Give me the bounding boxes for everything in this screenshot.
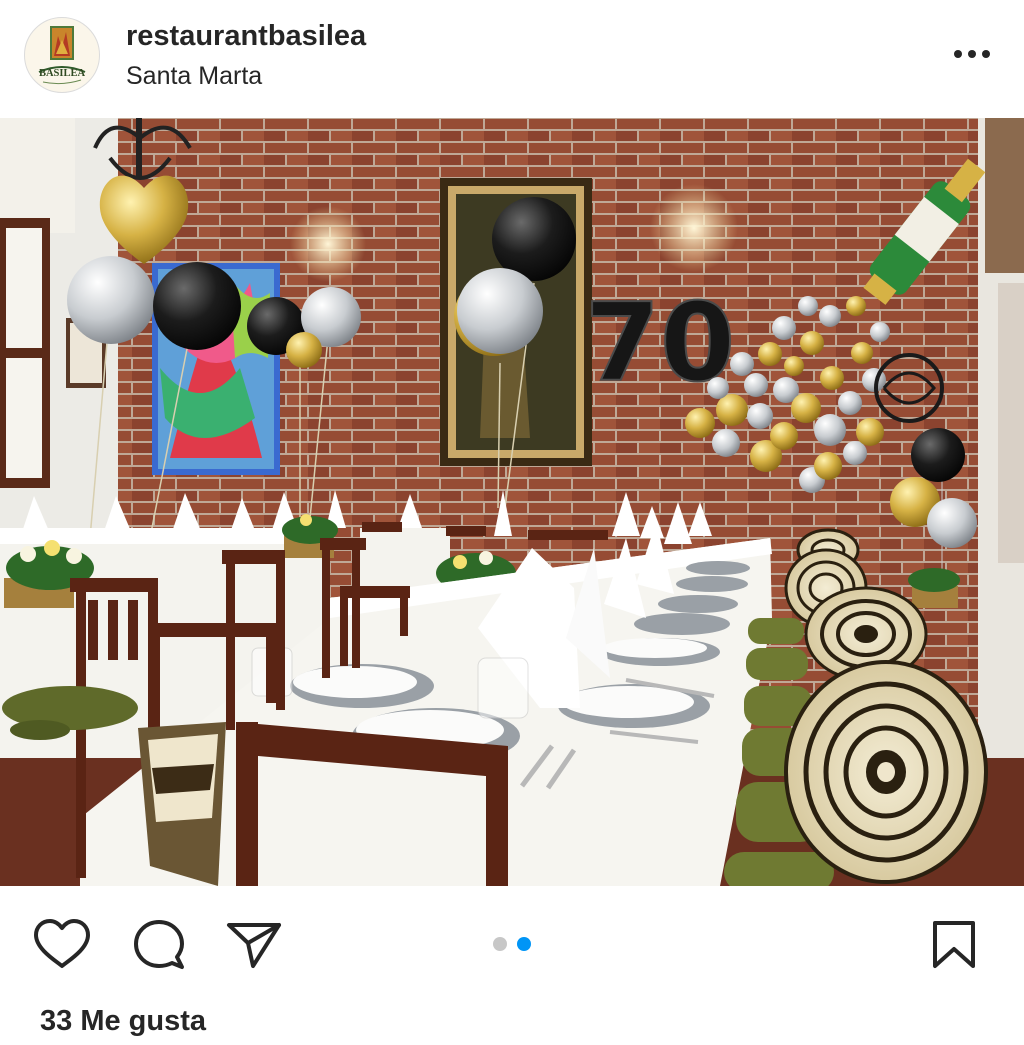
- post-header: BASILEA restaurantbasilea Santa Marta: [0, 0, 1024, 118]
- heart-icon: [34, 919, 90, 968]
- username[interactable]: restaurantbasilea: [126, 20, 366, 53]
- basilea-logo: BASILEA: [38, 26, 86, 85]
- more-horizontal-icon: [954, 50, 990, 58]
- location[interactable]: Santa Marta: [126, 62, 262, 91]
- post-photo[interactable]: 70: [0, 118, 1024, 886]
- more-options-button[interactable]: [944, 34, 1000, 74]
- carousel-indicator: [491, 937, 535, 953]
- carousel-dot[interactable]: [517, 937, 531, 951]
- share-button[interactable]: [226, 920, 282, 970]
- carousel-dot[interactable]: [493, 937, 507, 951]
- comment-bubble-icon: [134, 920, 184, 969]
- action-bar: [0, 886, 1024, 986]
- paper-plane-icon: [227, 923, 281, 968]
- comment-button[interactable]: [131, 917, 187, 973]
- avatar[interactable]: BASILEA: [24, 17, 100, 93]
- likes-count[interactable]: 33 Me gusta: [40, 1005, 206, 1038]
- restaurant-photo: 70: [0, 118, 1024, 886]
- bookmark-icon: [933, 921, 975, 968]
- svg-text:BASILEA: BASILEA: [39, 68, 86, 79]
- save-button[interactable]: [930, 920, 978, 970]
- like-button[interactable]: [32, 918, 92, 972]
